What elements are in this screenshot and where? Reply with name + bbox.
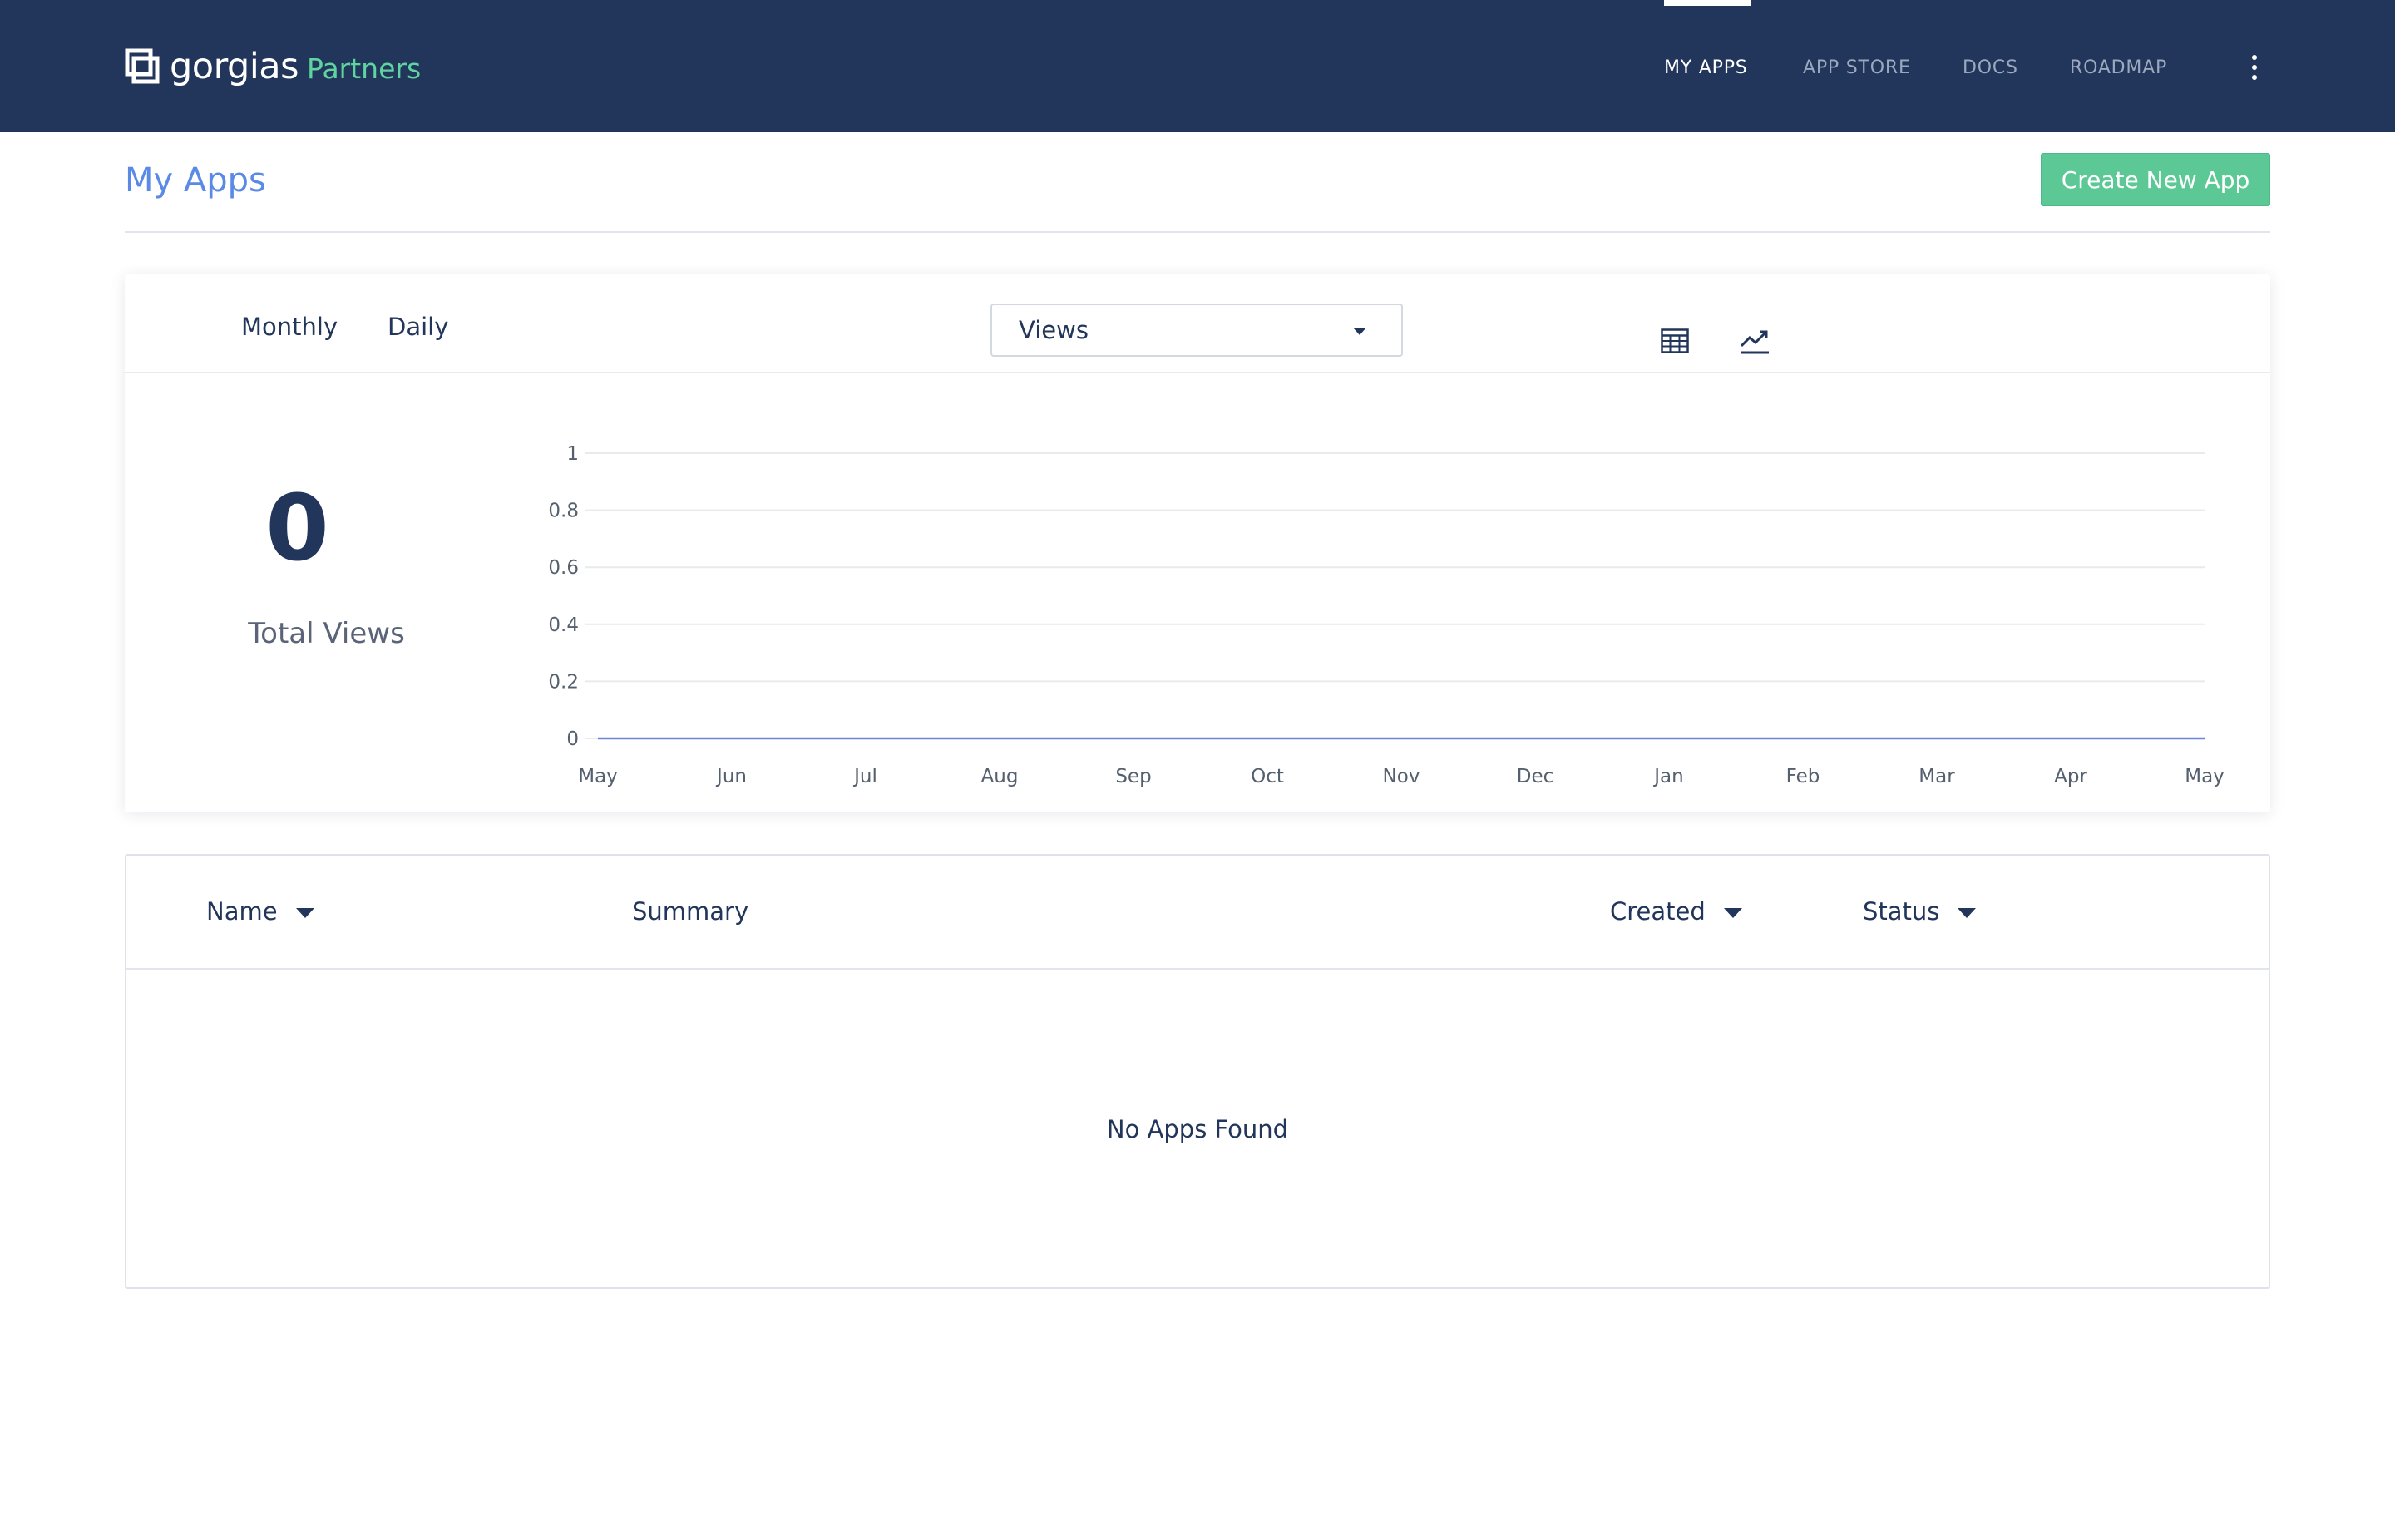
views-line-chart: 1 0.8 0.6 0.4 0.2 0 May Jun Jul Aug Sep Oct Nov Dec Ja…: [548, 443, 2225, 787]
apps-table: Name Summary Created Status No Apps Foun…: [125, 854, 2270, 1289]
x-tick-label: Feb: [1786, 766, 1820, 787]
create-new-app-button[interactable]: Create New App: [2041, 153, 2270, 206]
stats-card: Monthly Daily Views 0 Total Views 1 0.8 0.…: [125, 274, 2270, 812]
y-tick-label: 0: [566, 728, 579, 750]
x-tick-label: Sep: [1115, 766, 1151, 787]
x-tick-label: Aug: [981, 766, 1019, 787]
y-tick-label: 0.2: [548, 671, 579, 693]
x-tick-label: May: [2185, 766, 2225, 787]
x-tick-label: Apr: [2054, 766, 2087, 787]
kebab-menu-icon[interactable]: [2241, 53, 2268, 81]
page-title: My Apps: [125, 161, 266, 200]
x-tick-label: Oct: [1251, 766, 1284, 787]
x-tick-label: Dec: [1517, 766, 1554, 787]
x-tick-label: Nov: [1383, 766, 1420, 787]
y-tick-label: 1: [566, 443, 579, 465]
y-tick-label: 0.8: [548, 501, 579, 522]
column-header-summary: Summary: [632, 897, 748, 925]
x-tick-label: Jun: [715, 766, 747, 787]
x-tick-label: May: [578, 766, 618, 787]
nav-app-store[interactable]: APP STORE: [1803, 0, 1911, 132]
column-header-name[interactable]: Name: [206, 897, 314, 925]
header-divider: [125, 231, 2270, 233]
y-tick-label: 0.4: [548, 615, 579, 636]
top-navigation-bar: gorgias Partners MY APPS APP STORE DOCS …: [0, 0, 2395, 132]
nav-docs[interactable]: DOCS: [1963, 0, 2018, 132]
y-tick-label: 0.6: [548, 557, 579, 579]
nav-roadmap[interactable]: ROADMAP: [2070, 0, 2167, 132]
x-tick-label: Jan: [1652, 766, 1683, 787]
column-header-created-label: Created: [1610, 897, 1706, 925]
sort-caret-icon: [1723, 908, 1742, 918]
empty-state-message: No Apps Found: [1106, 1115, 1289, 1143]
table-header-divider: [126, 968, 2269, 970]
nav-my-apps[interactable]: MY APPS: [1664, 0, 1748, 132]
column-header-status[interactable]: Status: [1863, 897, 1977, 925]
column-header-created[interactable]: Created: [1610, 897, 1742, 925]
column-header-name-label: Name: [206, 897, 278, 925]
sort-caret-icon: [1958, 908, 1977, 918]
column-header-summary-label: Summary: [632, 897, 749, 925]
x-tick-label: Mar: [1918, 766, 1955, 787]
x-tick-label: Jul: [852, 766, 877, 787]
column-header-status-label: Status: [1863, 897, 1940, 925]
sort-caret-icon: [295, 908, 314, 918]
main-nav: MY APPS APP STORE DOCS ROADMAP: [0, 0, 2395, 132]
